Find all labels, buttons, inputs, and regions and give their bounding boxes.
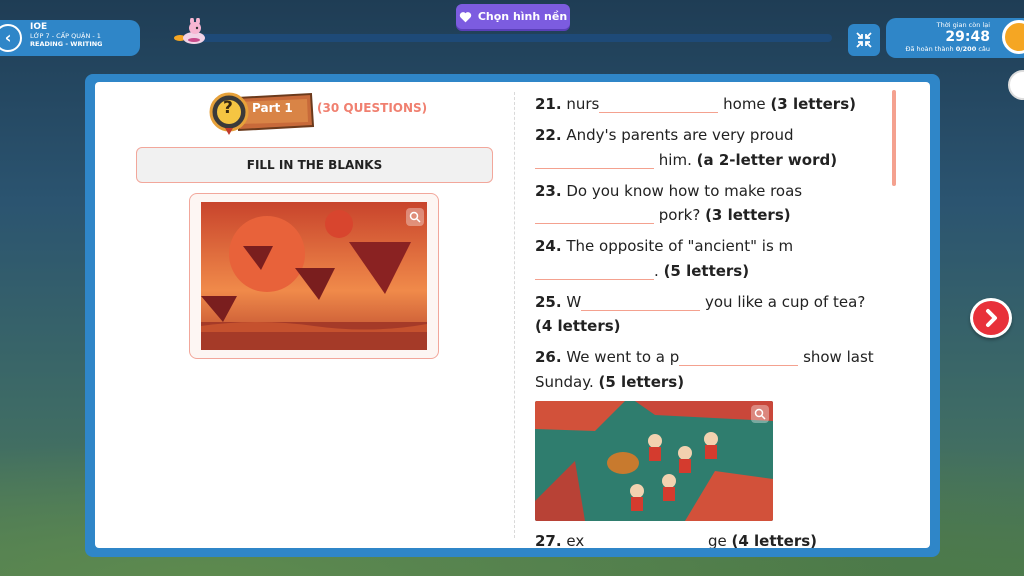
question-text-before: The opposite of "ancient" is m [566, 237, 794, 255]
question-text-before: Do you know how to make roas [566, 181, 803, 200]
section-name: READING - WRITING [30, 40, 103, 48]
zoom-in-icon[interactable] [406, 208, 424, 226]
letter-hint: (4 letters) [535, 317, 621, 335]
column-divider [514, 92, 515, 538]
question-26-illustration [535, 400, 773, 521]
question-number: 27. [535, 531, 562, 549]
question-number: 24. [535, 237, 562, 255]
question-text-before: We went to a p [566, 348, 680, 366]
question-number: 22. [535, 126, 562, 144]
letter-hint: (3 letters) [770, 95, 856, 113]
question-number: 23. [535, 181, 562, 200]
question-text-after: him. [658, 150, 692, 169]
choose-background-label: Chọn hình nền [477, 10, 568, 23]
question-24: 24. The opposite of "ancient" is m . (5 … [535, 234, 875, 283]
letter-hint: (3 letters) [705, 206, 791, 224]
app-name: IOE [30, 22, 48, 32]
answer-blank-24[interactable] [535, 263, 654, 280]
timer-value: 29:48 [945, 29, 990, 45]
letter-hint: (5 letters) [663, 261, 750, 280]
letter-hint: (a 2-letter word) [696, 150, 838, 169]
question-text-before: W [566, 292, 582, 311]
question-23: 23. Do you know how to make roas pork? (… [535, 179, 875, 228]
answer-blank-22[interactable] [535, 152, 654, 169]
question-text-after: you like a cup of tea? [704, 292, 866, 311]
question-text-before: Andy's parents are very proud [566, 126, 794, 144]
zoom-in-icon[interactable] [751, 404, 769, 423]
question-number: 26. [535, 348, 562, 366]
part-question-count: (30 QUESTIONS) [317, 101, 428, 115]
answer-blank-25[interactable] [581, 294, 701, 311]
question-text-before: ex [566, 531, 585, 549]
next-button[interactable] [970, 298, 1012, 338]
questions-list: 21. nurs home (3 letters) 22. Andy's par… [535, 92, 875, 548]
answer-blank-27[interactable] [584, 533, 703, 549]
question-number: 21. [535, 95, 562, 113]
completed-unit: câu [978, 45, 990, 53]
question-text-after: pork? [658, 206, 701, 224]
choose-background-button[interactable]: Chọn hình nền [456, 4, 570, 29]
instruction-box: FILL IN THE BLANKS [136, 147, 493, 183]
question-panel: ? Part 1 (30 QUESTIONS) FILL IN THE BLAN… [95, 82, 930, 548]
question-25: 25. W you like a cup of tea? (4 letters) [535, 290, 875, 339]
question-mark-icon: ? [223, 98, 233, 118]
question-22: 22. Andy's parents are very proud him. (… [535, 123, 875, 172]
question-26: 26. We went to a p show last Sunday. (5 … [535, 345, 875, 394]
collapse-button[interactable] [848, 24, 880, 56]
letter-hint: (4 letters) [731, 531, 818, 549]
timer-label: Thời gian còn lại [936, 21, 990, 29]
question-text-after: ge [707, 531, 727, 549]
answer-blank-21[interactable] [599, 96, 719, 113]
question-text-after: home [723, 95, 766, 113]
letter-hint: (5 letters) [598, 372, 685, 391]
progress-bar [200, 34, 832, 42]
part-illustration-frame [189, 193, 439, 359]
side-menu-button[interactable] [1008, 70, 1024, 100]
puppet-show-illustration [535, 400, 773, 521]
completed-label: Đã hoàn thành [905, 45, 954, 53]
heart-icon [459, 11, 472, 22]
rocket-mascot-icon [174, 18, 205, 44]
question-number: 25. [535, 292, 562, 311]
question-21: 21. nurs home (3 letters) [535, 92, 875, 117]
floating-islands-illustration [201, 202, 427, 350]
completed-value: 0/200 [955, 45, 977, 53]
question-text-before: nurs [566, 95, 600, 113]
completed-status: Đã hoàn thành 0/200 câu [886, 45, 990, 53]
instruction-text: FILL IN THE BLANKS [246, 158, 383, 172]
question-text-after: . [654, 261, 659, 280]
answer-blank-23[interactable] [535, 207, 654, 224]
answer-blank-26[interactable] [679, 349, 799, 366]
part-label: Part 1 [252, 101, 293, 115]
grade-level: LỚP 7 - CẤP QUẬN - 1 [30, 32, 101, 40]
questions-scrollbar[interactable] [892, 90, 896, 186]
chevron-left-icon: ‹ [4, 28, 12, 47]
question-27: 27. ex ge (4 letters) [535, 529, 875, 549]
collapse-arrows-icon [856, 32, 872, 48]
chevron-right-icon [986, 309, 997, 327]
